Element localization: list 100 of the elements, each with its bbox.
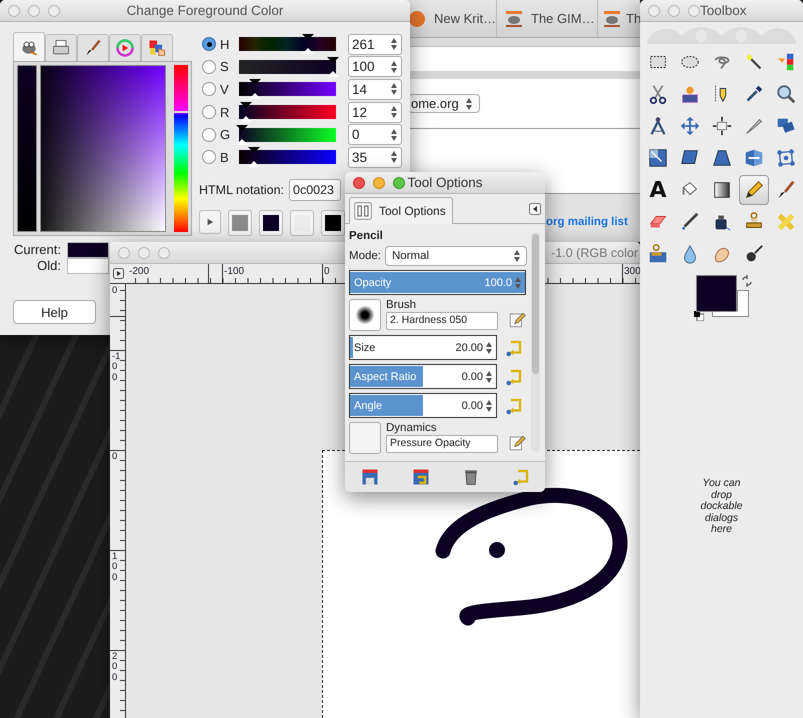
channel-slider[interactable] <box>236 124 339 145</box>
edit-icon[interactable] <box>508 434 526 452</box>
channel-radio[interactable] <box>202 150 216 164</box>
tool-button[interactable]: A <box>643 175 673 205</box>
value-spin-field[interactable]: 261 <box>348 34 402 55</box>
window-zoom-button[interactable] <box>393 176 405 188</box>
channel-label: V <box>220 82 230 97</box>
airbrush-icon <box>679 211 701 233</box>
bandage-icon <box>775 211 797 233</box>
scrollbar[interactable] <box>531 232 540 452</box>
mode-dropdown[interactable]: Normal <box>384 246 527 266</box>
slider-label: Size <box>354 342 376 354</box>
slider-thumb[interactable] <box>248 79 261 100</box>
color-square[interactable] <box>40 65 166 232</box>
window-close-button[interactable] <box>353 176 365 188</box>
spin-arrows-icon[interactable] <box>390 149 398 166</box>
cage-icon <box>775 147 797 169</box>
reset-icon[interactable] <box>505 396 523 414</box>
slider-thumb[interactable] <box>327 56 339 77</box>
channel-label: B <box>220 150 230 165</box>
save-icon[interactable] <box>360 467 380 487</box>
brush-field[interactable]: 2. Hardness 050 <box>386 312 498 330</box>
channel-radio[interactable] <box>202 37 216 52</box>
history-arrow-button[interactable] <box>199 210 221 234</box>
slider-thumb[interactable] <box>240 102 252 122</box>
spin-arrows-icon[interactable] <box>390 126 398 143</box>
foreground-color-swatch[interactable] <box>696 275 737 312</box>
site-dropdown[interactable]: ome.org <box>408 94 480 113</box>
color-history-swatch[interactable] <box>321 210 345 236</box>
spin-arrows-icon[interactable] <box>513 248 521 264</box>
value-spin-field[interactable]: 35 <box>348 146 402 168</box>
channel-radio[interactable] <box>202 60 216 74</box>
value-spin-field[interactable]: 0 <box>348 124 402 146</box>
value-strip[interactable] <box>17 65 38 232</box>
spin-arrows-icon[interactable] <box>485 398 493 414</box>
default-colors-icon[interactable] <box>694 311 704 321</box>
channel-slider[interactable] <box>236 102 339 122</box>
restore-icon[interactable] <box>410 467 431 487</box>
reset-icon[interactable] <box>505 368 523 386</box>
spin-arrows-icon[interactable] <box>485 368 493 384</box>
palette-hand-icon <box>147 38 167 58</box>
spin-arrows-icon[interactable] <box>390 36 398 52</box>
value-slider[interactable]: Size 20.00 <box>349 335 497 360</box>
color-history-swatch[interactable] <box>290 210 314 236</box>
slider-thumb[interactable] <box>248 147 260 168</box>
dynamics-field[interactable]: Pressure Opacity <box>386 435 498 453</box>
panel-menu-icon[interactable] <box>529 203 541 215</box>
selector-tab[interactable] <box>141 34 173 61</box>
channel-label: R <box>220 104 230 120</box>
hue-marker[interactable] <box>174 111 188 113</box>
channel-slider[interactable] <box>236 56 339 77</box>
value-spin-field[interactable]: 12 <box>348 102 402 123</box>
background-color-swatch[interactable] <box>712 290 749 317</box>
align-icon <box>711 115 733 137</box>
tool-options-tab[interactable]: Tool Options <box>349 197 453 224</box>
swap-arrows-icon[interactable] <box>741 275 753 287</box>
selector-tab[interactable] <box>109 34 141 61</box>
slider-thumb[interactable] <box>302 34 314 54</box>
channel-slider[interactable] <box>236 147 339 168</box>
spin-arrows-icon[interactable] <box>390 58 398 75</box>
channel-slider[interactable] <box>236 34 339 54</box>
channel-slider[interactable] <box>236 79 339 100</box>
spin-arrows-icon[interactable] <box>485 340 493 356</box>
value-slider[interactable]: Aspect Ratio 0.00 <box>349 364 497 389</box>
selector-tab[interactable] <box>77 34 109 61</box>
slider-thumb[interactable] <box>236 124 248 145</box>
slider-value: 0.00 <box>462 370 483 382</box>
channel-radio[interactable] <box>202 128 216 142</box>
mailing-list-link[interactable]: org mailing list <box>546 216 628 228</box>
spin-arrows-icon[interactable] <box>464 96 473 112</box>
selector-tab[interactable] <box>13 32 45 61</box>
hue-strip[interactable] <box>174 65 188 232</box>
color-history-swatch[interactable] <box>259 210 283 236</box>
browser-tab[interactable]: The GIM… <box>497 0 598 37</box>
spin-arrows-icon[interactable] <box>390 104 398 120</box>
reset-icon[interactable] <box>512 468 530 486</box>
ruler-label: -100 <box>112 352 122 384</box>
value-slider[interactable]: Angle 0.00 <box>349 393 497 418</box>
brush-preview[interactable] <box>349 299 381 331</box>
browser-tab[interactable]: Th <box>598 0 640 37</box>
selector-tab[interactable] <box>45 34 77 61</box>
menu-icon[interactable] <box>112 268 124 279</box>
flip-icon <box>743 147 765 169</box>
value-spin-field[interactable]: 100 <box>348 56 402 78</box>
channel-radio[interactable] <box>202 105 216 120</box>
tool-button[interactable] <box>739 175 769 205</box>
edit-icon[interactable] <box>508 311 526 329</box>
color-wheel-icon <box>115 38 135 58</box>
value-spin-field[interactable]: 14 <box>348 78 402 100</box>
window-title: Toolbox <box>700 3 747 18</box>
pencil-icon <box>743 179 765 201</box>
help-button[interactable]: Help <box>13 300 96 324</box>
html-notation-field[interactable]: 0c0023 <box>289 178 341 201</box>
ruler-label: 200 <box>112 652 118 684</box>
move-icon <box>679 115 701 137</box>
reset-icon[interactable] <box>505 338 523 356</box>
channel-radio[interactable] <box>202 82 216 96</box>
color-history-swatch[interactable] <box>228 210 252 236</box>
spin-arrows-icon[interactable] <box>390 81 398 98</box>
slider-value: 0.00 <box>462 400 483 412</box>
